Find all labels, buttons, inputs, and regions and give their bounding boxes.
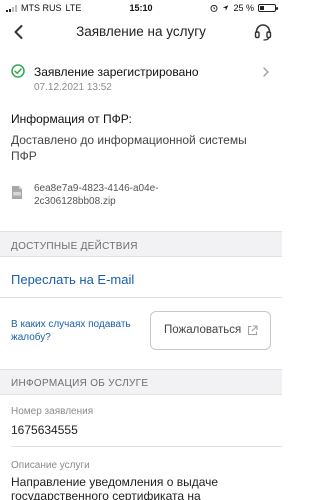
file-name: 6ea8e7a9-4823-4146-a04e-2c306128bb08.zip [34,183,159,207]
location-icon [223,5,229,11]
info-title: Информация от ПФР: [11,112,132,126]
service-info-header: ИНФОРМАЦИЯ ОБ УСЛУГЕ [0,369,282,395]
battery-fill [260,6,264,10]
field-divider [11,446,282,447]
application-status-text: Заявление зарегистрировано [34,65,199,79]
available-actions-header: ДОСТУПНЫЕ ДЕЙСТВИЯ [0,231,282,257]
navigation-bar: Заявление на услугу [0,16,282,48]
application-number-label: Номер заявления [11,406,94,417]
headset-icon[interactable] [252,21,274,43]
available-actions-title: ДОСТУПНЫЕ ДЕЙСТВИЯ [11,241,138,252]
forward-email-link[interactable]: Переслать на E-mail [11,272,134,287]
alarm-icon [210,4,219,12]
check-circle-icon [11,64,25,78]
complaint-button-label: Пожаловаться [164,324,242,336]
complaint-info-link[interactable]: В каких случаях подавать жалобу? [11,318,141,344]
application-status-date: 07.12.2021 13:52 [34,82,112,93]
status-bar-right: 25 % [210,3,278,13]
chevron-right-icon [263,67,269,77]
battery-icon [258,4,278,12]
info-body: Доставлено до информационной системы ПФР [11,133,247,163]
page-title: Заявление на услугу [76,24,206,39]
service-info-title: ИНФОРМАЦИЯ ОБ УСЛУГЕ [11,378,149,389]
file-icon [12,186,22,199]
external-link-icon [247,325,258,336]
file-attachment[interactable]: 6ea8e7a9-4823-4146-a04e-2c306128bb08.zip [0,178,282,212]
application-number-value: 1675634555 [11,423,78,437]
complaint-button[interactable]: Пожаловаться [150,311,271,350]
service-description-label: Описание услуги [11,460,90,471]
service-description-value: Направление уведомления о выдаче государ… [11,475,219,500]
divider [0,297,282,298]
battery-percent: 25 % [233,3,254,13]
status-bar: MTS RUS LTE 15:10 25 % [0,0,282,16]
application-status-row[interactable]: Заявление зарегистрировано 07.12.2021 13… [0,56,282,104]
